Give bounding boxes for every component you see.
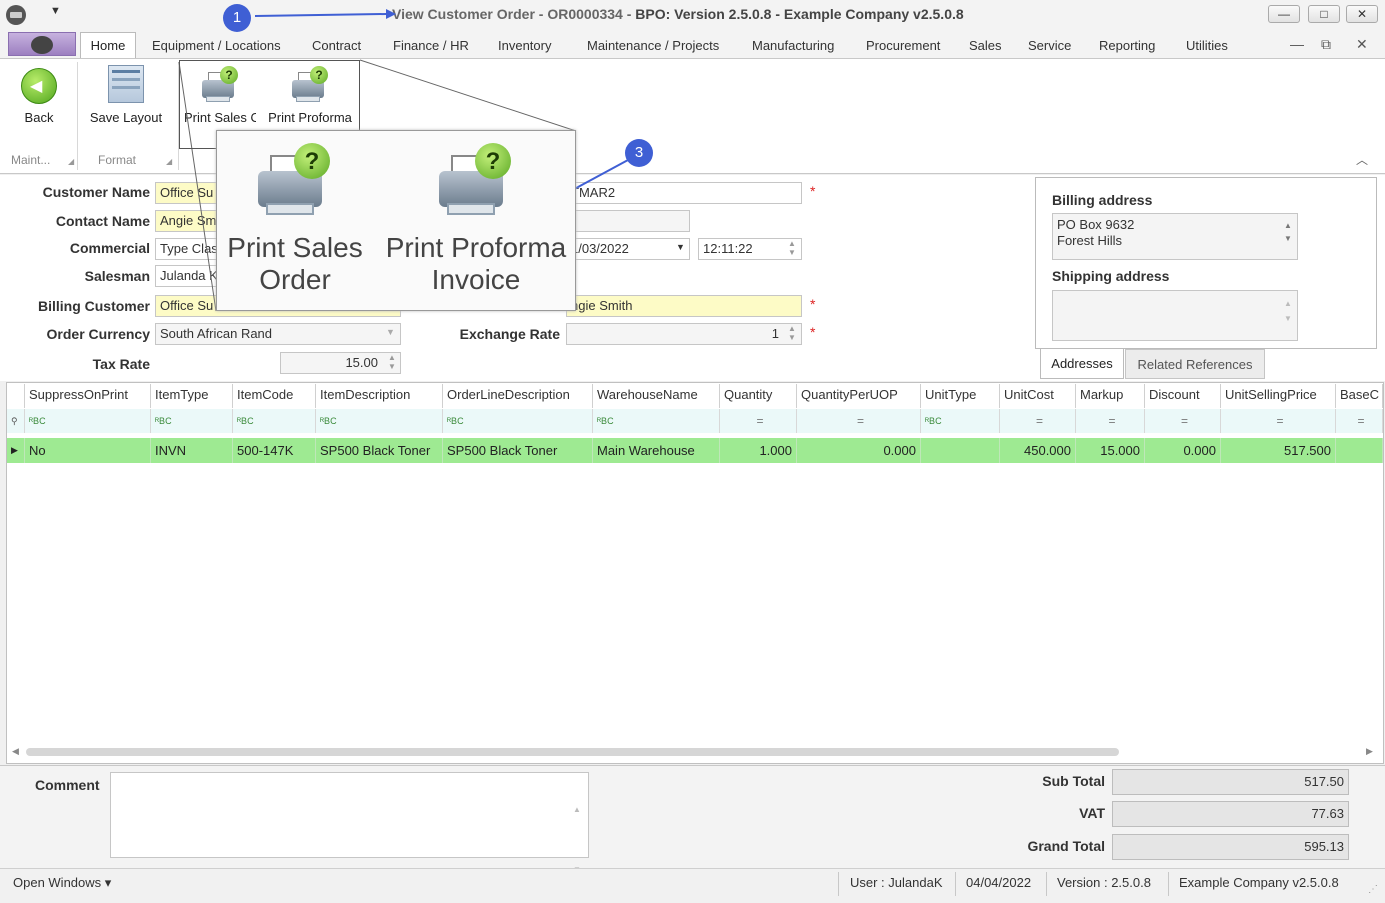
zoom-print-proforma-label: Print Proforma Invoice [385,232,567,296]
zoom-label-line: Order [259,264,331,295]
print-proforma-icon: ? [439,143,515,223]
print-sales-order-icon: ? [258,143,334,223]
zoom-label-line: Print Proforma [385,232,567,263]
zoom-label-line: Invoice [431,264,521,295]
zoom-label-line: Print Sales [227,232,363,263]
zoom-print-sales-order-label: Print Sales Order [225,232,365,296]
annotation-marker-3: 3 [625,139,653,167]
annotation-marker-1: 1 [223,4,251,32]
